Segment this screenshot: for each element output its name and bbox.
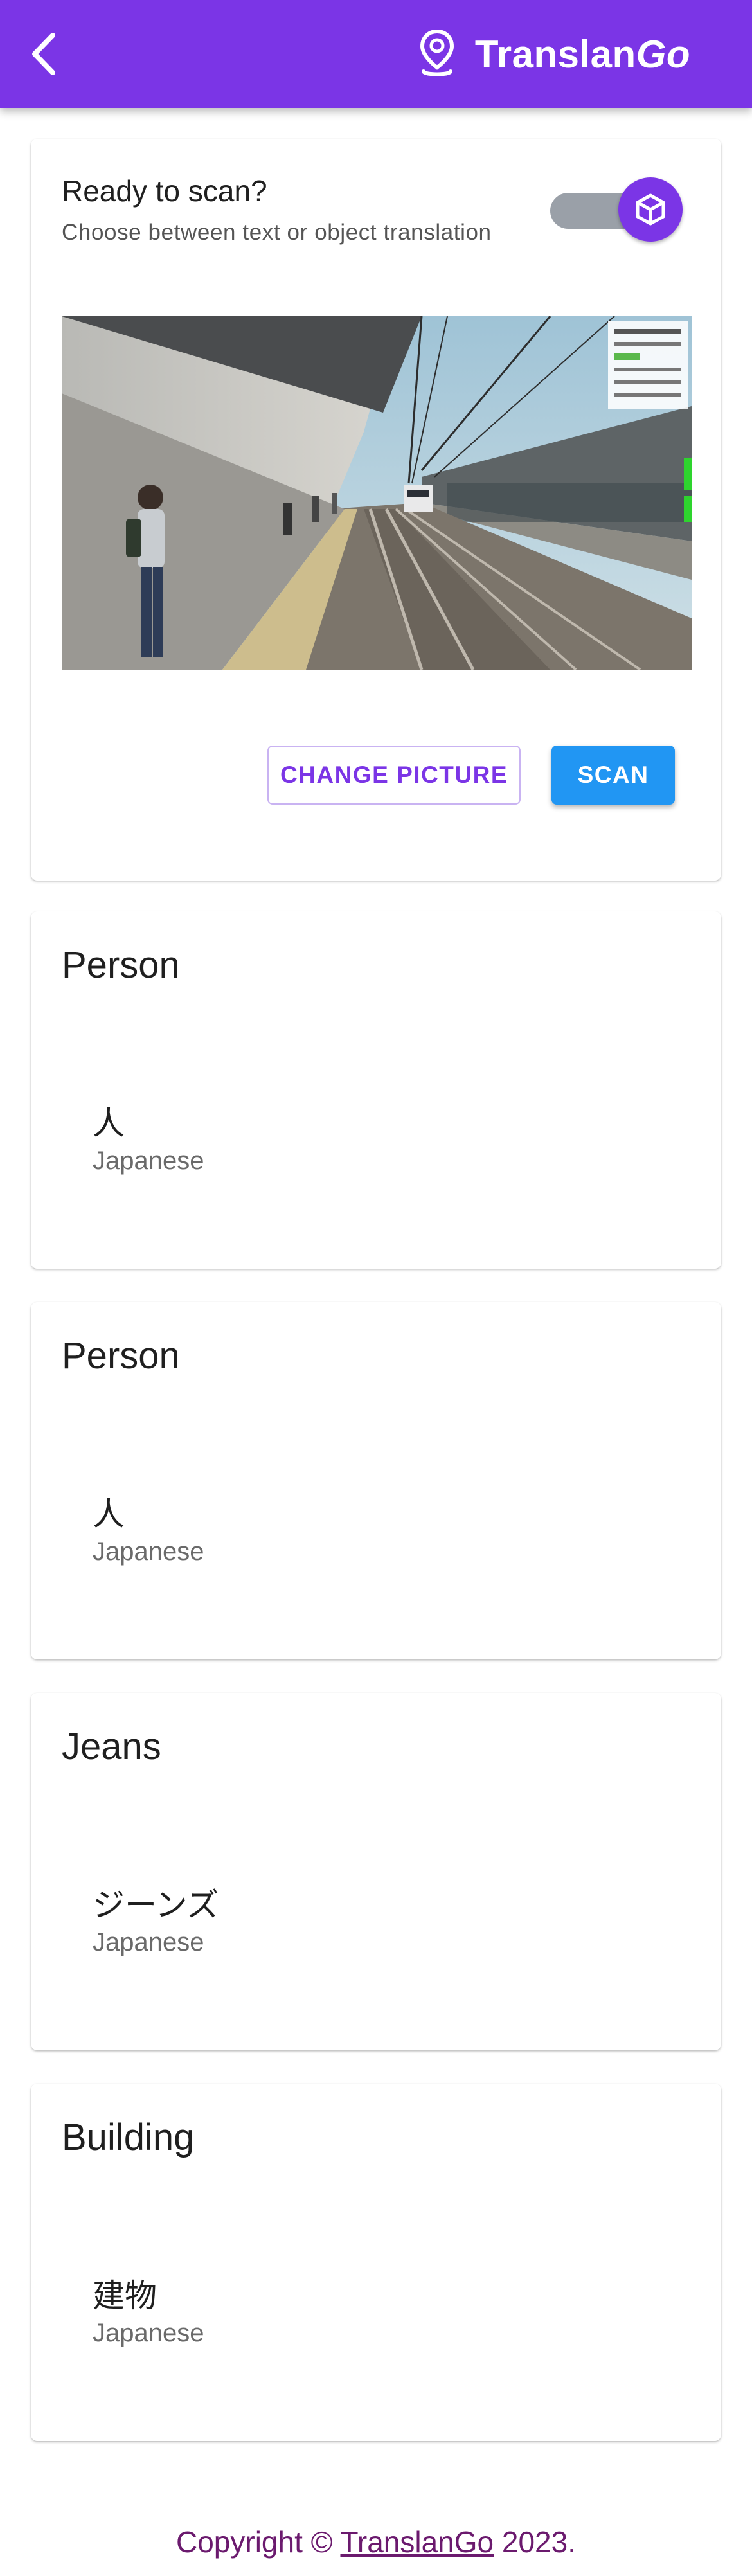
result-card: Jeans ジーンズ Japanese (31, 1693, 721, 2050)
scan-card-title: Ready to scan? (62, 174, 267, 208)
scan-card: Ready to scan? Choose between text or ob… (31, 139, 721, 881)
scan-button[interactable]: SCAN (551, 746, 675, 805)
result-object: Person (62, 944, 180, 986)
result-language: Japanese (93, 2319, 204, 2347)
app-bar: TranslanGo (0, 0, 752, 108)
result-card: Person 人 Japanese (31, 911, 721, 1269)
scan-card-subtitle: Choose between text or object translatio… (62, 220, 492, 245)
cube-icon (636, 193, 665, 226)
map-pin-icon (420, 29, 454, 76)
scanned-photo (62, 316, 692, 670)
result-card: Person 人 Japanese (31, 1302, 721, 1659)
brand: TranslanGo (417, 26, 690, 82)
train-station-image (62, 316, 692, 670)
result-language: Japanese (93, 1147, 204, 1175)
result-language: Japanese (93, 1928, 204, 1956)
result-language: Japanese (93, 1537, 204, 1566)
footer-suffix: 2023. (494, 2525, 577, 2559)
footer: Copyright © TranslanGo 2023. (0, 2525, 752, 2559)
result-translation: 建物 (93, 2278, 157, 2314)
change-picture-button[interactable]: CHANGE PICTURE (267, 746, 521, 805)
back-button[interactable] (24, 30, 63, 78)
result-object: Building (62, 2116, 195, 2158)
result-translation: 人 (93, 1496, 125, 1532)
result-card: Building 建物 Japanese (31, 2084, 721, 2441)
result-translation: ジーンズ (93, 1887, 219, 1923)
footer-link[interactable]: TranslanGo (340, 2525, 494, 2559)
app-title: TranslanGo (474, 32, 690, 76)
result-object: Person (62, 1335, 180, 1377)
result-object: Jeans (62, 1726, 161, 1767)
footer-prefix: Copyright © (175, 2525, 341, 2559)
toggle-knob (618, 177, 683, 242)
result-translation: 人 (93, 1105, 125, 1141)
chevron-left-icon (32, 33, 55, 75)
mode-toggle[interactable] (550, 177, 686, 242)
